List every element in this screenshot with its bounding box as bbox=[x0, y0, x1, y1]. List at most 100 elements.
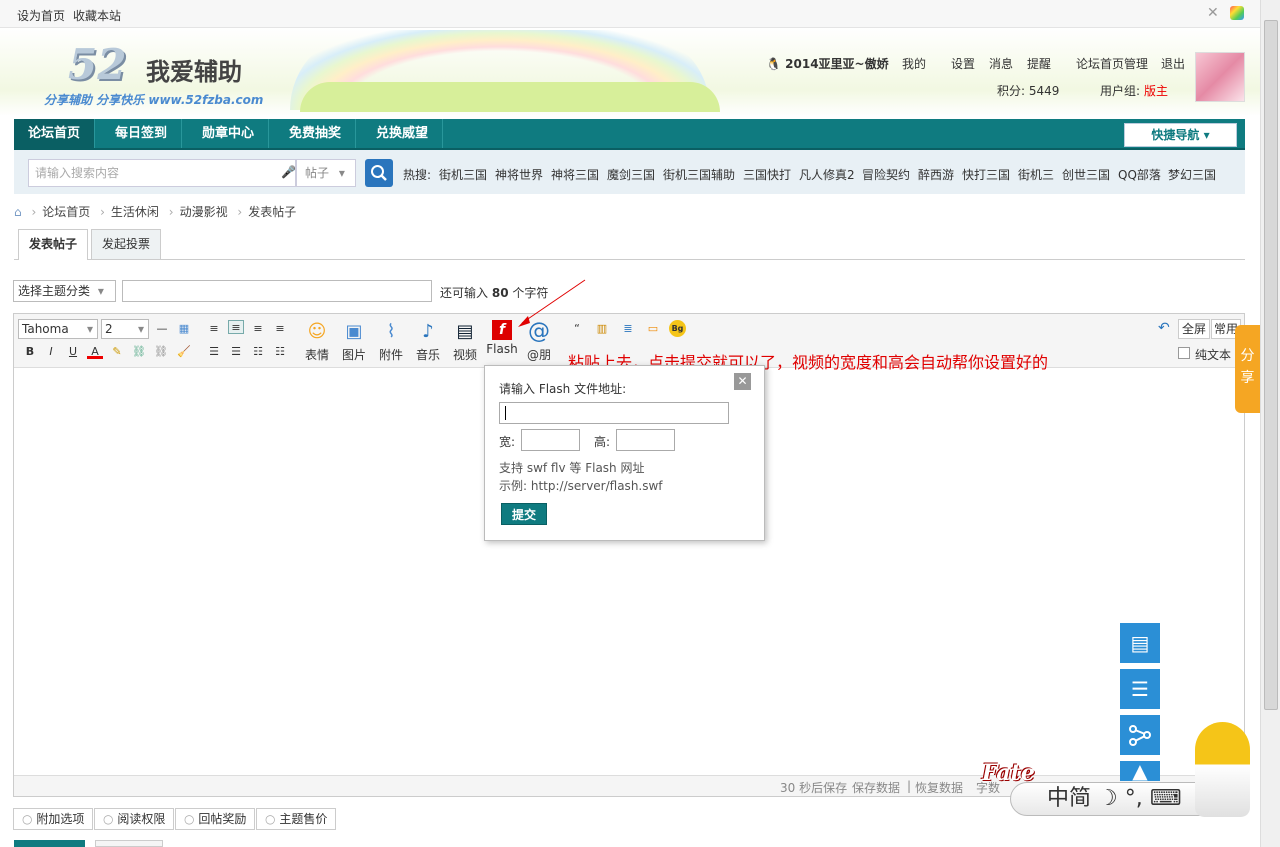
float-left-icon[interactable]: ☰ bbox=[206, 345, 222, 359]
index-icon[interactable]: ≣ bbox=[620, 322, 636, 336]
more-button[interactable]: ▲ bbox=[1120, 761, 1160, 781]
hot-item[interactable]: 神将世界 bbox=[495, 166, 543, 183]
hot-item[interactable]: 快打三国 bbox=[962, 166, 1010, 183]
share-tab[interactable]: 分享 bbox=[1235, 325, 1260, 413]
size-select[interactable]: 2 ▾ bbox=[101, 319, 149, 339]
points[interactable]: 积分: 5449 bbox=[997, 82, 1059, 99]
post-list-button[interactable]: ▤ bbox=[1120, 623, 1160, 663]
option-read-permission[interactable]: ○ 阅读权限 bbox=[94, 808, 175, 830]
free-icon[interactable]: ▭ bbox=[645, 322, 661, 336]
bold-icon[interactable]: B bbox=[22, 345, 38, 359]
admin-link[interactable]: 论坛首页管理 bbox=[1076, 55, 1148, 72]
hr-icon[interactable]: — bbox=[154, 322, 170, 336]
mic-icon[interactable]: 🎤 bbox=[281, 165, 296, 179]
nav-home[interactable]: 论坛首页 bbox=[14, 119, 96, 148]
skin-icon[interactable] bbox=[1230, 6, 1244, 20]
hot-item[interactable]: 神将三国 bbox=[551, 166, 599, 183]
search-input[interactable]: 请输入搜索内容 bbox=[28, 159, 296, 187]
hot-item[interactable]: 醉西游 bbox=[918, 166, 954, 183]
height-input[interactable] bbox=[616, 429, 675, 451]
title-input[interactable] bbox=[122, 280, 432, 302]
vertical-scrollbar[interactable] bbox=[1260, 0, 1280, 847]
save-draft-button[interactable] bbox=[95, 840, 163, 847]
logo-number[interactable]: 52 bbox=[68, 40, 126, 89]
lock-icon[interactable]: ▥ bbox=[594, 322, 610, 336]
undo-icon[interactable]: ↶ bbox=[1158, 320, 1170, 336]
option-reply-reward[interactable]: ○ 回帖奖励 bbox=[175, 808, 256, 830]
breadcrumb-item[interactable]: 生活休闲 bbox=[111, 205, 159, 219]
italic-icon[interactable]: I bbox=[43, 345, 59, 359]
my-menu[interactable]: 我的 bbox=[902, 55, 926, 72]
font-color-icon[interactable]: A bbox=[87, 345, 103, 359]
font-select[interactable]: Tahoma ▾ bbox=[18, 319, 98, 339]
publish-button[interactable] bbox=[14, 840, 85, 847]
image-button[interactable]: ▣ 图片 bbox=[336, 320, 372, 363]
underline-icon[interactable]: U bbox=[65, 345, 81, 359]
tab-new-poll[interactable]: 发起投票 bbox=[91, 229, 162, 259]
set-home-link[interactable]: 设为首页 bbox=[17, 7, 65, 24]
nav-lottery[interactable]: 免费抽奖 bbox=[275, 119, 357, 148]
user-name-text[interactable]: 2014亚里亚~傲娇 bbox=[785, 57, 888, 71]
category-select[interactable]: 选择主题分类 ▾ bbox=[13, 280, 116, 302]
highlight-icon[interactable]: ✎ bbox=[109, 345, 125, 359]
save-data-link[interactable]: 保存数据 bbox=[852, 779, 900, 796]
quick-nav-button[interactable]: 快捷导航 ▾ bbox=[1124, 123, 1237, 147]
align-right-icon[interactable]: ≡ bbox=[272, 322, 288, 336]
search-scope-select[interactable]: 帖子 ▾ bbox=[296, 159, 356, 187]
submit-button[interactable]: 提交 bbox=[501, 503, 547, 525]
align-center-icon[interactable]: ≡ bbox=[250, 322, 266, 336]
hot-item[interactable]: 三国快打 bbox=[743, 166, 791, 183]
menu-button[interactable]: ☰ bbox=[1120, 669, 1160, 709]
settings-link[interactable]: 设置 bbox=[951, 55, 975, 72]
hot-item[interactable]: 凡人修真2 bbox=[799, 166, 855, 183]
search-button[interactable] bbox=[365, 159, 393, 187]
option-price[interactable]: ○ 主题售价 bbox=[256, 808, 337, 830]
avatar[interactable] bbox=[1195, 52, 1245, 102]
align-left-icon[interactable]: ≡ bbox=[206, 322, 222, 336]
restore-data-link[interactable]: 恢复数据 bbox=[915, 779, 963, 796]
flash-url-input[interactable] bbox=[499, 402, 729, 424]
fullscreen-button[interactable]: 全屏 bbox=[1178, 319, 1210, 339]
nav-checkin[interactable]: 每日签到 bbox=[101, 119, 183, 148]
width-input[interactable] bbox=[521, 429, 580, 451]
nav-medals[interactable]: 勋章中心 bbox=[188, 119, 270, 148]
hot-item[interactable]: 街机三国辅助 bbox=[663, 166, 735, 183]
table-icon[interactable]: ▦ bbox=[176, 322, 192, 336]
hot-item[interactable]: 魔剑三国 bbox=[607, 166, 655, 183]
link-icon[interactable]: ⛓ bbox=[131, 345, 147, 359]
nav-exchange[interactable]: 兑换威望 bbox=[362, 119, 444, 148]
collapse-icon[interactable]: ✕ bbox=[1207, 5, 1219, 21]
home-icon[interactable]: ⌂ bbox=[14, 205, 22, 219]
messages-link[interactable]: 消息 bbox=[989, 55, 1013, 72]
music-button[interactable]: ♪ 音乐 bbox=[410, 320, 446, 363]
option-extra[interactable]: ○ 附加选项 bbox=[13, 808, 94, 830]
hot-item[interactable]: 街机三国 bbox=[439, 166, 487, 183]
user-name[interactable]: 🐧 2014亚里亚~傲娇 bbox=[766, 55, 889, 72]
attachment-button[interactable]: ⌇ 附件 bbox=[373, 320, 409, 363]
hot-item[interactable]: QQ部落 bbox=[1118, 166, 1161, 183]
clear-format-icon[interactable]: 🧹 bbox=[176, 345, 192, 359]
logout-link[interactable]: 退出 bbox=[1161, 55, 1185, 72]
share-button[interactable] bbox=[1120, 715, 1160, 755]
unlink-icon[interactable]: ⛓ bbox=[153, 345, 169, 359]
hot-item[interactable]: 冒险契约 bbox=[862, 166, 910, 183]
unordered-list-icon[interactable]: ☷ bbox=[272, 345, 288, 359]
background-icon[interactable]: Bg bbox=[669, 320, 686, 337]
reminders-link[interactable]: 提醒 bbox=[1027, 55, 1051, 72]
hot-item[interactable]: 创世三国 bbox=[1062, 166, 1110, 183]
emoji-button[interactable]: ☺ 表情 bbox=[299, 320, 335, 363]
close-icon[interactable]: ✕ bbox=[734, 373, 751, 390]
hot-item[interactable]: 梦幻三国 bbox=[1168, 166, 1216, 183]
plaintext-checkbox[interactable] bbox=[1178, 347, 1190, 359]
breadcrumb-item[interactable]: 动漫影视 bbox=[180, 205, 228, 219]
align-justify-icon[interactable]: ≡ bbox=[228, 320, 244, 334]
breadcrumb-item[interactable]: 论坛首页 bbox=[42, 205, 90, 219]
video-button[interactable]: ▤ 视频 bbox=[447, 320, 483, 363]
ordered-list-icon[interactable]: ☷ bbox=[250, 345, 266, 359]
bookmark-link[interactable]: 收藏本站 bbox=[73, 7, 121, 24]
float-right-icon[interactable]: ☰ bbox=[228, 345, 244, 359]
hot-item[interactable]: 街机三 bbox=[1018, 166, 1054, 183]
logo-name[interactable]: 我爱辅助 bbox=[146, 52, 242, 87]
scrollbar-thumb[interactable] bbox=[1264, 20, 1278, 710]
tab-new-post[interactable]: 发表帖子 bbox=[18, 229, 89, 260]
